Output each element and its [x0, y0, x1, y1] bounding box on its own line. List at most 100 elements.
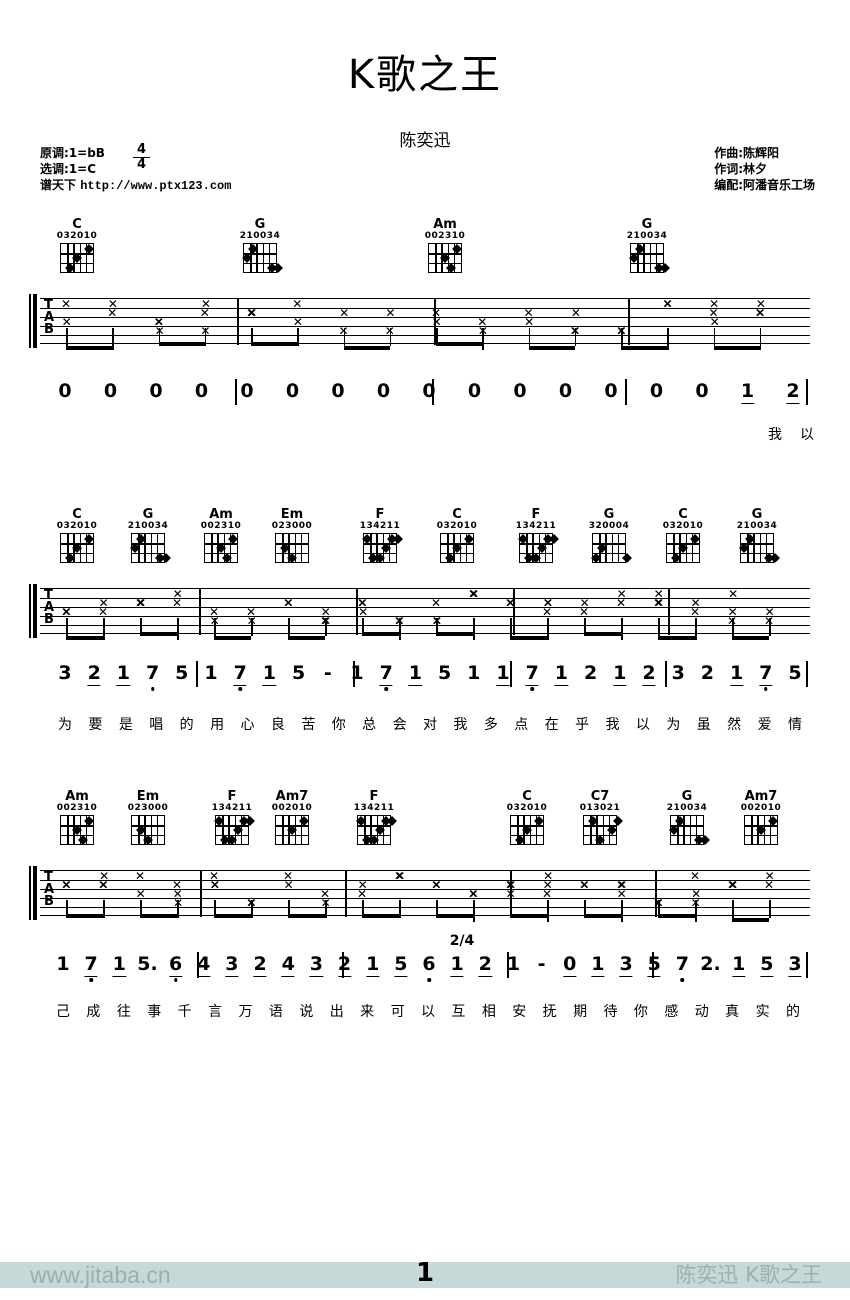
arranger-credit: 编配:阿潘音乐工场	[714, 178, 815, 192]
chord-fretboard-grid	[428, 243, 462, 273]
octave-dot-low	[238, 687, 242, 691]
source-site-line: 谱天下 http://www.ptx123.com	[40, 177, 231, 194]
lyric-syllable: 己	[56, 1004, 70, 1020]
chord-diagram-am: Am 002310	[195, 508, 247, 563]
jianpu-note: 3	[225, 953, 239, 977]
lyric-syllable: 事	[147, 1004, 162, 1020]
time-signature: 4 4	[133, 142, 150, 171]
note-beam	[436, 914, 473, 918]
barline	[628, 299, 630, 345]
muted-strum-x: ✕	[764, 605, 775, 619]
note-beam	[510, 914, 547, 918]
chord-fingering: 210034	[626, 231, 668, 241]
jianpu-note: 1	[116, 662, 131, 686]
lyric-syllable: 安	[512, 1004, 527, 1020]
muted-strum-x: ✕	[524, 315, 535, 329]
note-stem	[547, 900, 549, 922]
barline	[199, 589, 201, 635]
muted-strum-x: ✕	[755, 297, 766, 311]
barline	[345, 871, 347, 917]
muted-strum-x: ✕	[107, 297, 118, 311]
chord-name: Am	[433, 217, 457, 232]
lyric-syllable: 总	[362, 717, 377, 733]
fret-string-line	[689, 816, 691, 844]
note-stem	[769, 900, 771, 918]
meter-change-marking: 2/4	[449, 933, 475, 949]
chord-fingering: 023000	[127, 803, 169, 813]
note-beam	[658, 636, 695, 640]
lyric-syllable: 语	[268, 1004, 283, 1020]
chord-name: F	[227, 789, 237, 804]
jianpu-note: -	[323, 662, 332, 684]
chord-name: G	[751, 507, 763, 522]
tab-staff-line	[40, 308, 810, 310]
note-beam	[528, 346, 575, 350]
note-beam	[214, 636, 251, 640]
chord-fretboard-grid	[275, 815, 309, 845]
muted-strum-x: ✕	[691, 887, 702, 901]
jianpu-barline	[625, 379, 627, 405]
chord-diagram-c: C 032010	[51, 508, 103, 563]
muted-strum-x: ✕	[395, 869, 406, 883]
lyric-syllable: 你	[331, 717, 346, 733]
jianpu-note: 5	[394, 953, 408, 977]
fret-wire-line	[429, 262, 461, 265]
barline	[655, 871, 657, 917]
chord-diagram-f: F 134211	[348, 790, 400, 845]
time-signature-numerator: 4	[136, 142, 147, 157]
lyric-syllable: 为	[58, 717, 72, 733]
lyric-syllable: 你	[633, 1004, 648, 1020]
muted-strum-x: ✕	[99, 869, 110, 883]
jianpu-note: 3	[788, 953, 802, 977]
jianpu-note: 3	[58, 662, 72, 684]
muted-strum-x: ✕	[98, 596, 109, 610]
muted-strum-x: ✕	[385, 306, 396, 320]
chord-name: F	[369, 789, 379, 804]
jianpu-note: 7	[759, 662, 773, 686]
lyric-syllable: 言	[208, 1004, 223, 1020]
jianpu-note: 0	[58, 380, 72, 402]
muted-strum-x: ✕	[60, 297, 72, 311]
note-beam	[214, 914, 251, 918]
lyric-syllable: 可	[390, 1004, 405, 1020]
lyric-syllable: 出	[329, 1004, 344, 1020]
jianpu-note: 1	[591, 953, 605, 977]
chord-diagram-g: G 210034	[661, 790, 713, 845]
chord-fretboard-grid	[518, 533, 560, 563]
chord-diagram-c7: C7 013021	[574, 790, 626, 845]
chord-name: G	[681, 789, 693, 804]
note-stem	[769, 618, 771, 636]
chord-diagram-c: C 032010	[51, 218, 103, 273]
jianpu-note: 0	[695, 380, 709, 402]
chord-fingering: 210034	[127, 521, 169, 531]
lyric-syllable: 的	[179, 717, 194, 733]
jianpu-note: 0	[194, 380, 209, 402]
jianpu-note: 1	[732, 953, 746, 977]
system-bracket-thin	[29, 294, 31, 348]
barline	[237, 299, 239, 345]
chord-diagram-am7: Am7 002010	[735, 790, 787, 845]
chord-fretboard-grid	[591, 533, 633, 563]
jianpu-note: 1	[729, 662, 744, 686]
fret-string-line	[751, 816, 753, 844]
jianpu-note: 1	[366, 953, 380, 977]
lyric-syllable: 相	[481, 1004, 496, 1020]
fret-wire-line	[511, 834, 543, 837]
jianpu-barline	[353, 661, 355, 687]
chord-fingering: 032010	[56, 521, 98, 531]
chord-fretboard-grid	[356, 815, 398, 845]
chord-diagram-c: C 032010	[657, 508, 709, 563]
chord-name: Am7	[744, 789, 778, 804]
jianpu-note: 7	[379, 662, 393, 686]
muted-strum-x: ✕	[135, 887, 146, 901]
fret-string-line	[435, 244, 437, 272]
jianpu-barline	[432, 379, 434, 405]
note-stem	[297, 328, 299, 346]
muted-strum-x: ✕	[728, 587, 739, 601]
chord-diagram-g: G 320004	[583, 508, 635, 563]
jianpu-barline	[665, 661, 667, 687]
note-stem	[103, 900, 105, 918]
muted-strum-x: ✕	[654, 596, 665, 610]
lyric-syllable: 感	[664, 1004, 679, 1020]
lyric-syllable: 动	[694, 1004, 709, 1020]
